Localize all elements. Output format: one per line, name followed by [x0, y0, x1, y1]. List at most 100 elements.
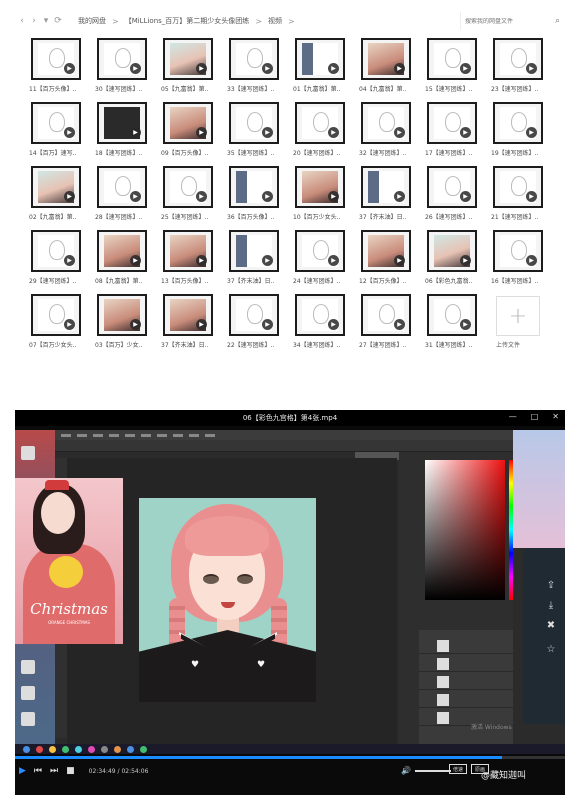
- file-tile[interactable]: ▶ 20【速写团练】..: [290, 100, 356, 164]
- file-name: 11【百万头像】..: [29, 86, 77, 93]
- file-tile[interactable]: ▶ 19【速写团练】..: [488, 100, 554, 164]
- file-tile[interactable]: ▶ 31【速写团练】..: [422, 292, 488, 356]
- breadcrumb-course[interactable]: 【MiLLions_百万】第二期少女头像团练: [125, 16, 250, 26]
- delete-icon[interactable]: ✖: [543, 620, 559, 634]
- desktop-app-icon: [21, 686, 35, 700]
- file-tile[interactable]: ▶ 16【速写团练】..: [488, 228, 554, 292]
- refresh-icon[interactable]: ⟳: [52, 13, 64, 29]
- previous-icon[interactable]: ⏮: [34, 766, 42, 776]
- maximize-icon[interactable]: □: [531, 412, 539, 421]
- video-frame[interactable]: Christmas ORANGE CHRISTMAS ♥ ♥ 激活 Window…: [15, 430, 565, 754]
- file-name: 34【速写团练】..: [293, 342, 341, 349]
- file-tile[interactable]: ▶ 27【速写团练】..: [356, 292, 422, 356]
- file-tile[interactable]: ▶ 33【速写团练】..: [224, 36, 290, 100]
- play-icon: ▶: [64, 63, 75, 74]
- file-tile[interactable]: ▶ 37【齐末油】日..: [224, 228, 290, 292]
- next-icon[interactable]: ⏭: [50, 766, 58, 776]
- video-thumbnail: ▶: [97, 166, 147, 208]
- file-tile[interactable]: ▶ 05【九富翁】第..: [158, 36, 224, 100]
- file-name: 05【九富翁】第..: [161, 86, 209, 93]
- download-icon[interactable]: ⤓: [543, 600, 559, 614]
- history-dropdown-icon[interactable]: ▾: [40, 13, 52, 29]
- file-tile[interactable]: ▶ 22【速写团练】..: [224, 292, 290, 356]
- file-tile[interactable]: ▶ 02【九富翁】第..: [26, 164, 92, 228]
- upload-file-tile[interactable]: + 上传文件: [488, 292, 554, 356]
- play-icon: ▶: [526, 63, 537, 74]
- file-name: 26【速写团练】..: [425, 214, 473, 221]
- file-tile[interactable]: ▶ 18【速写团练】..: [92, 100, 158, 164]
- speed-button[interactable]: 倍速: [449, 764, 468, 774]
- minimize-icon[interactable]: —: [509, 412, 517, 421]
- file-tile[interactable]: ▶ 11【百万头像】..: [26, 36, 92, 100]
- file-tile[interactable]: ▶ 09【百万头像】..: [158, 100, 224, 164]
- file-tile[interactable]: ▶ 32【速写团练】..: [356, 100, 422, 164]
- video-thumbnail: ▶: [361, 294, 411, 336]
- file-tile[interactable]: ▶ 26【速写团练】..: [422, 164, 488, 228]
- file-tile[interactable]: ▶ 28【速写团练】..: [92, 164, 158, 228]
- file-name: 24【速写团练】..: [293, 278, 341, 285]
- file-tile[interactable]: ▶ 08【九富翁】第..: [92, 228, 158, 292]
- forward-icon[interactable]: ›: [28, 13, 40, 29]
- back-icon[interactable]: ‹: [16, 13, 28, 29]
- file-tile[interactable]: ▶ 14【百万】速写..: [26, 100, 92, 164]
- volume-icon[interactable]: 🔊: [401, 766, 411, 775]
- file-tile[interactable]: ▶ 21【速写团练】..: [488, 164, 554, 228]
- volume-slider[interactable]: [414, 769, 451, 772]
- photoshop-menu-bar: [55, 430, 513, 440]
- file-tile[interactable]: ▶ 10【百万少女头..: [290, 164, 356, 228]
- breadcrumb-root[interactable]: 我的网盘: [78, 16, 106, 26]
- stop-icon[interactable]: ■: [66, 766, 75, 776]
- play-icon: ▶: [460, 127, 471, 138]
- file-tile[interactable]: ▶ 29【速写团练】..: [26, 228, 92, 292]
- file-name: 31【速写团练】..: [425, 342, 473, 349]
- file-tile[interactable]: ▶ 23【速写团练】..: [488, 36, 554, 100]
- file-tile[interactable]: ▶ 37【齐末油】日..: [158, 292, 224, 356]
- plus-icon[interactable]: +: [496, 296, 540, 336]
- file-tile[interactable]: ▶ 36【百万头像】..: [224, 164, 290, 228]
- video-thumbnail: ▶: [427, 230, 477, 272]
- play-icon: ▶: [64, 127, 75, 138]
- file-tile[interactable]: ▶ 35【速写团练】..: [224, 100, 290, 164]
- file-tile[interactable]: ▶ 13【百万头像】..: [158, 228, 224, 292]
- file-name: 15【速写团练】..: [425, 86, 473, 93]
- share-icon[interactable]: ⇪: [543, 580, 559, 594]
- file-name: 01【九富翁】第..: [293, 86, 341, 93]
- color-picker: [425, 460, 505, 600]
- chevron-right-icon: >: [288, 16, 295, 26]
- file-name: 10【百万少女头..: [293, 214, 341, 221]
- file-tile[interactable]: ▶ 15【速写团练】..: [422, 36, 488, 100]
- breadcrumb-videos[interactable]: 视频: [268, 16, 282, 26]
- file-name: 28【速写团练】..: [95, 214, 143, 221]
- video-thumbnail: ▶: [361, 166, 411, 208]
- file-tile[interactable]: ▶ 34【速写团练】..: [290, 292, 356, 356]
- play-icon: ▶: [130, 63, 141, 74]
- play-icon: ▶: [262, 63, 273, 74]
- progress-bar[interactable]: [15, 756, 565, 759]
- file-tile[interactable]: ▶ 06【彩色九富翁..: [422, 228, 488, 292]
- player-side-toolbar: [523, 548, 565, 724]
- file-tile[interactable]: ▶ 24【速写团练】..: [290, 228, 356, 292]
- play-icon[interactable]: ▶: [19, 766, 26, 776]
- file-tile[interactable]: ▶ 17【速写团练】..: [422, 100, 488, 164]
- search-icon[interactable]: ⌕: [555, 16, 560, 26]
- file-tile[interactable]: ▶ 37【齐末油】日..: [356, 164, 422, 228]
- file-tile[interactable]: ▶ 25【速写团练】..: [158, 164, 224, 228]
- file-tile[interactable]: ▶ 30【速写团练】..: [92, 36, 158, 100]
- file-tile[interactable]: ▶ 12【百万头像】..: [356, 228, 422, 292]
- layer-row: [419, 674, 513, 690]
- file-tile[interactable]: ▶ 03【百万】少女..: [92, 292, 158, 356]
- search-input[interactable]: [465, 17, 545, 25]
- pin-icon[interactable]: ☆: [543, 644, 559, 658]
- file-tile[interactable]: ▶ 04【九富翁】第..: [356, 36, 422, 100]
- file-name: 17【速写团练】..: [425, 150, 473, 157]
- file-name: 13【百万头像】..: [161, 278, 209, 285]
- time-total: 02:54:06: [121, 767, 149, 775]
- file-tile[interactable]: ▶ 07【百万少女头..: [26, 292, 92, 356]
- play-icon: ▶: [196, 127, 207, 138]
- file-name: 19【速写团练】..: [491, 150, 539, 157]
- desktop-app-icon: [21, 446, 35, 460]
- play-icon: ▶: [64, 255, 75, 266]
- close-icon[interactable]: ✕: [552, 412, 559, 421]
- file-tile[interactable]: ▶ 01【九富翁】第..: [290, 36, 356, 100]
- video-thumbnail: ▶: [427, 294, 477, 336]
